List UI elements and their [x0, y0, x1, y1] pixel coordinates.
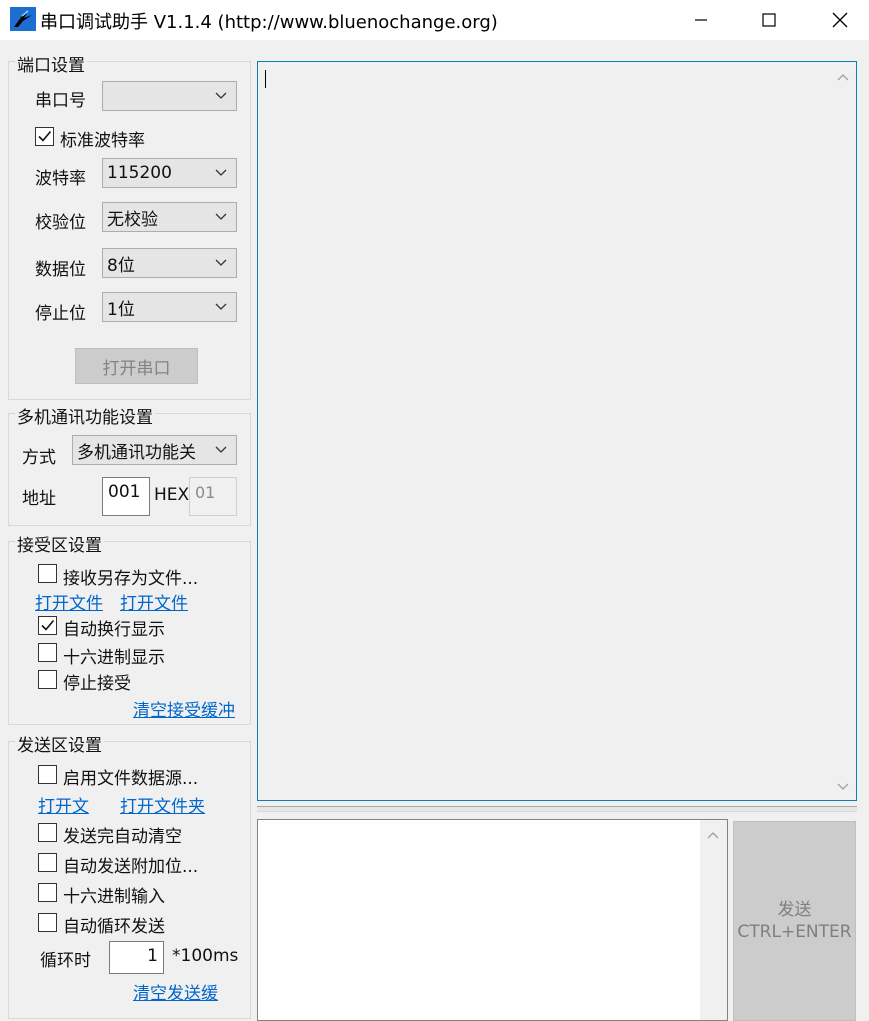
loop-unit-label: *100ms: [172, 946, 239, 966]
address-input[interactable]: 001: [102, 477, 150, 516]
stop-receive-label: 停止接受: [63, 674, 131, 694]
append-bits-label: 自动发送附加位...: [63, 857, 199, 877]
chevron-down-icon: [215, 446, 227, 453]
receive-settings-title: 接受区设置: [15, 531, 104, 556]
scroll-up-icon[interactable]: [837, 72, 849, 82]
standard-baud-label: 标准波特率: [60, 131, 145, 151]
stopbits-label: 停止位: [35, 304, 86, 324]
open-port-button[interactable]: 打开串口: [75, 348, 198, 384]
multi-settings-title: 多机通讯功能设置: [15, 403, 155, 428]
hex-label: HEX: [154, 485, 190, 505]
checkmark-icon: [41, 619, 55, 631]
auto-clear-checkbox[interactable]: [38, 823, 57, 842]
loop-label: 循环时: [40, 951, 91, 971]
splitter[interactable]: [257, 806, 857, 812]
databits-label: 数据位: [35, 260, 86, 280]
receive-textarea[interactable]: [257, 61, 857, 801]
standard-baud-checkbox[interactable]: [35, 127, 54, 146]
baud-select[interactable]: 115200: [102, 158, 237, 188]
port-label: 串口号: [35, 91, 86, 111]
clear-receive-link[interactable]: 清空接受缓冲: [133, 696, 235, 721]
auto-loop-checkbox[interactable]: [38, 913, 57, 932]
send-textarea[interactable]: [257, 819, 728, 1021]
chevron-down-icon: [215, 259, 227, 266]
clear-send-link[interactable]: 清空发送缓: [133, 979, 218, 1004]
auto-wrap-label: 自动换行显示: [63, 620, 165, 640]
close-icon: [832, 12, 848, 28]
open-file-link-2[interactable]: 打开文件: [120, 589, 188, 614]
databits-select-value: 8位: [107, 255, 135, 276]
open-file-link[interactable]: 打开文: [38, 792, 89, 817]
port-select[interactable]: [102, 81, 237, 111]
receive-scrollbar[interactable]: [830, 62, 856, 800]
chevron-down-icon: [215, 92, 227, 99]
baud-label: 波特率: [35, 169, 86, 189]
parity-select[interactable]: 无校验: [102, 202, 237, 232]
file-source-checkbox[interactable]: [38, 765, 57, 784]
chevron-down-icon: [215, 213, 227, 220]
auto-clear-label: 发送完自动清空: [63, 827, 182, 847]
mode-select[interactable]: 多机通讯功能关: [72, 435, 237, 465]
send-button[interactable]: 发送 CTRL+ENTER: [733, 821, 856, 1021]
auto-wrap-checkbox[interactable]: [38, 616, 57, 635]
auto-loop-label: 自动循环发送: [63, 917, 165, 937]
baud-select-value: 115200: [107, 163, 172, 183]
window-title: 串口调试助手 V1.1.4 (http://www.bluenochange.o…: [40, 12, 498, 33]
parity-select-value: 无校验: [107, 209, 158, 230]
scroll-up-icon[interactable]: [707, 830, 719, 840]
loop-interval-input[interactable]: 1: [109, 941, 164, 974]
hex-display-checkbox[interactable]: [38, 643, 57, 662]
chevron-down-icon: [215, 303, 227, 310]
save-to-file-label: 接收另存为文件...: [63, 569, 199, 589]
hex-display-label: 十六进制显示: [63, 648, 165, 668]
send-button-label: 发送: [777, 900, 812, 920]
mode-label: 方式: [22, 448, 56, 468]
checkmark-icon: [38, 130, 52, 142]
address-label: 地址: [22, 489, 56, 509]
open-file-link-1[interactable]: 打开文件: [35, 589, 103, 614]
hex-input-checkbox[interactable]: [38, 883, 57, 902]
hex-input-label: 十六进制输入: [63, 887, 165, 907]
app-logo-icon: [10, 7, 36, 31]
port-settings-title: 端口设置: [15, 51, 87, 76]
append-bits-checkbox[interactable]: [38, 853, 57, 872]
save-to-file-checkbox[interactable]: [38, 564, 57, 583]
maximize-icon: [762, 13, 776, 27]
hex-input[interactable]: 01: [189, 477, 237, 516]
stopbits-select[interactable]: 1位: [102, 292, 237, 322]
send-settings-title: 发送区设置: [15, 731, 104, 756]
open-folder-link[interactable]: 打开文件夹: [120, 792, 205, 817]
file-source-label: 启用文件数据源...: [63, 769, 199, 789]
databits-select[interactable]: 8位: [102, 248, 237, 278]
text-cursor: [265, 70, 266, 88]
mode-select-value: 多机通讯功能关: [77, 442, 196, 463]
chevron-down-icon: [215, 169, 227, 176]
maximize-button[interactable]: [740, 0, 798, 40]
minimize-button[interactable]: [672, 0, 730, 40]
parity-label: 校验位: [35, 213, 86, 233]
minimize-icon: [695, 19, 707, 21]
scroll-down-icon[interactable]: [837, 782, 849, 792]
stop-receive-checkbox[interactable]: [38, 670, 57, 689]
close-button[interactable]: [811, 0, 869, 40]
send-button-shortcut: CTRL+ENTER: [737, 922, 852, 942]
stopbits-select-value: 1位: [107, 299, 135, 320]
send-scrollbar[interactable]: [700, 820, 727, 1020]
